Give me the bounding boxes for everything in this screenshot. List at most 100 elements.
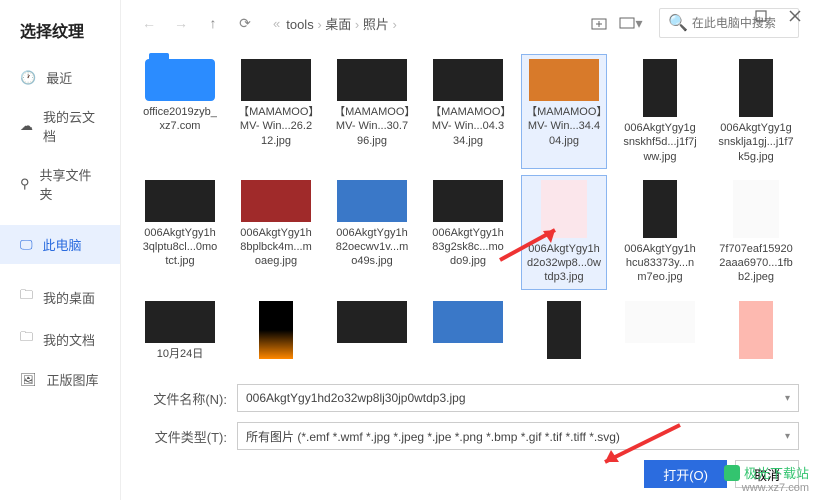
- thumbnail-image: [541, 180, 587, 238]
- file-item[interactable]: 【MAMAMOO】MV- Win...04.334.jpg: [425, 54, 511, 169]
- file-item[interactable]: 006AkgtYgy1h8bplbck4m...moaeg.jpg: [233, 175, 319, 290]
- file-item[interactable]: 006AkgtYgy1h82oecwv1v...mo49s.jpg: [329, 175, 415, 290]
- file-label: 006AkgtYgy1h83g2sk8c...modo9.jpg: [430, 226, 506, 269]
- file-item[interactable]: [617, 296, 703, 368]
- file-item[interactable]: 006AkgtYgy1h83g2sk8c...modo9.jpg: [425, 175, 511, 290]
- thumbnail-image: [433, 59, 503, 101]
- file-label: 006AkgtYgy1h3qlptu8cl...0motct.jpg: [142, 226, 218, 269]
- sidebar-item-4[interactable]: 🗀 我的桌面: [0, 276, 120, 318]
- filetype-label: 文件类型(T):: [137, 427, 227, 446]
- file-item[interactable]: 006AkgtYgy1hd2o32wp8...0wtdp3.jpg: [521, 175, 607, 290]
- monitor-icon: 🖵: [20, 237, 33, 253]
- file-label: 【MAMAMOO】MV- Win...26.212.jpg: [238, 105, 314, 148]
- open-button[interactable]: 打开(O): [644, 460, 727, 488]
- sidebar-item-5[interactable]: 🗀 我的文档: [0, 318, 120, 360]
- file-item[interactable]: 7f707eaf159202aaa6970...1fbb2.jpeg: [713, 175, 799, 290]
- chevron-down-icon: ▾: [785, 393, 790, 404]
- chevron-right-icon: ›: [314, 17, 326, 32]
- breadcrumb-segment[interactable]: 照片: [363, 17, 389, 32]
- thumbnail-image: [145, 180, 215, 222]
- file-item[interactable]: 【MAMAMOO】MV- Win...26.212.jpg: [233, 54, 319, 169]
- cancel-button[interactable]: 取消: [735, 460, 799, 488]
- folder-icon: [145, 59, 215, 101]
- sidebar-item-label: 最近: [46, 68, 72, 87]
- file-label: 006AkgtYgy1gsnskhf5d...j1f7jww.jpg: [622, 121, 698, 164]
- filename-value: 006AkgtYgy1hd2o32wp8lj30jp0wtdp3.jpg: [246, 391, 466, 405]
- folder-icon: 🗀: [20, 328, 33, 350]
- share-icon: ⚲: [20, 176, 30, 192]
- thumbnail-image: [337, 59, 407, 101]
- toolbar: ← → ↑ ⟳ « tools › 桌面 › 照片 › ▾ 🔍: [121, 0, 815, 46]
- file-item[interactable]: [329, 296, 415, 368]
- sidebar-item-label: 共享文件夹: [40, 165, 100, 203]
- nav-back-button[interactable]: ←: [137, 11, 161, 35]
- breadcrumb-segment[interactable]: 桌面: [325, 17, 351, 32]
- sidebar-item-2[interactable]: ⚲ 共享文件夹: [0, 155, 120, 213]
- main-panel: ← → ↑ ⟳ « tools › 桌面 › 照片 › ▾ 🔍 office20…: [121, 0, 815, 500]
- window-close-button[interactable]: [787, 8, 803, 24]
- sidebar-item-1[interactable]: ☁ 我的云文档: [0, 97, 120, 155]
- file-label: 006AkgtYgy1h82oecwv1v...mo49s.jpg: [334, 226, 410, 269]
- file-label: 006AkgtYgy1gsnsklja1gj...j1f7k5g.jpg: [718, 121, 794, 164]
- thumbnail-image: [625, 301, 695, 343]
- new-folder-button[interactable]: [587, 11, 611, 35]
- thumbnail-image: [643, 180, 677, 238]
- file-item[interactable]: [233, 296, 319, 368]
- sidebar-item-label: 我的云文档: [43, 107, 100, 145]
- chevron-right-icon: ›: [389, 17, 397, 32]
- filename-input[interactable]: 006AkgtYgy1hd2o32wp8lj30jp0wtdp3.jpg ▾: [237, 384, 799, 412]
- filetype-select[interactable]: 所有图片 (*.emf *.wmf *.jpg *.jpeg *.jpe *.p…: [237, 422, 799, 450]
- file-item[interactable]: 006AkgtYgy1gsnsklja1gj...j1f7k5g.jpg: [713, 54, 799, 169]
- chevron-right-icon: ›: [351, 17, 363, 32]
- thumbnail-image: [433, 301, 503, 343]
- file-label: 7f707eaf159202aaa6970...1fbb2.jpeg: [718, 242, 794, 285]
- file-item[interactable]: [425, 296, 511, 368]
- file-item[interactable]: [713, 296, 799, 368]
- file-item[interactable]: 006AkgtYgy1gsnskhf5d...j1f7jww.jpg: [617, 54, 703, 169]
- clock-icon: 🕐: [20, 70, 36, 86]
- thumbnail-image: [643, 59, 677, 117]
- file-item[interactable]: [521, 296, 607, 368]
- thumbnail-image: [241, 180, 311, 222]
- window-maximize-button[interactable]: [753, 8, 769, 24]
- thumbnail-image: [529, 59, 599, 101]
- sidebar-item-label: 我的桌面: [43, 288, 95, 307]
- file-label: 006AkgtYgy1hd2o32wp8...0wtdp3.jpg: [526, 242, 602, 285]
- sidebar-item-label: 正版图库: [47, 370, 99, 389]
- file-item[interactable]: 006AkgtYgy1h3qlptu8cl...0motct.jpg: [137, 175, 223, 290]
- sidebar-item-label: 此电脑: [43, 235, 82, 254]
- thumbnail-image: [733, 180, 779, 238]
- file-item[interactable]: 【MAMAMOO】MV- Win...30.796.jpg: [329, 54, 415, 169]
- sidebar: 选择纹理 🕐最近☁我的云文档⚲共享文件夹🖵此电脑🗀我的桌面🗀我的文档🖼正版图库: [0, 0, 121, 500]
- cloud-icon: ☁: [20, 118, 33, 134]
- sidebar-item-6[interactable]: 🖼 正版图库: [0, 360, 120, 399]
- image-icon: 🖼: [20, 372, 37, 388]
- folder-item[interactable]: office2019zyb_xz7.com: [137, 54, 223, 169]
- file-label: 【MAMAMOO】MV- Win...04.334.jpg: [430, 105, 506, 148]
- breadcrumb[interactable]: « tools › 桌面 › 照片 ›: [273, 14, 579, 33]
- filename-label: 文件名称(N):: [137, 389, 227, 408]
- file-label: 【MAMAMOO】MV- Win...34.404.jpg: [526, 105, 602, 148]
- thumbnail-image: [433, 180, 503, 222]
- chevron-down-icon: ▾: [785, 431, 790, 442]
- search-icon: 🔍: [668, 13, 688, 33]
- folder-icon: 🗀: [20, 286, 33, 308]
- thumbnail-image: [739, 301, 773, 359]
- sidebar-item-3[interactable]: 🖵 此电脑: [0, 225, 120, 264]
- file-label: 006AkgtYgy1h8bplbck4m...moaeg.jpg: [238, 226, 314, 269]
- nav-up-button[interactable]: ↑: [201, 11, 225, 35]
- thumbnail-image: [259, 301, 293, 359]
- thumbnail-image: [241, 59, 311, 101]
- view-mode-button[interactable]: ▾: [619, 11, 643, 35]
- file-item[interactable]: 【MAMAMOO】MV- Win...34.404.jpg: [521, 54, 607, 169]
- sidebar-item-label: 我的文档: [43, 330, 95, 349]
- file-grid: office2019zyb_xz7.com 【MAMAMOO】MV- Win...…: [121, 46, 815, 378]
- file-label: 006AkgtYgy1hhcu83373y...nm7eo.jpg: [622, 242, 698, 285]
- file-label: 【MAMAMOO】MV- Win...30.796.jpg: [334, 105, 410, 148]
- file-item[interactable]: 10⽉24⽇: [137, 296, 223, 368]
- breadcrumb-segment[interactable]: tools: [286, 17, 313, 32]
- sidebar-item-0[interactable]: 🕐 最近: [0, 58, 120, 97]
- file-item[interactable]: 006AkgtYgy1hhcu83373y...nm7eo.jpg: [617, 175, 703, 290]
- nav-refresh-button[interactable]: ⟳: [233, 11, 257, 35]
- nav-forward-button[interactable]: →: [169, 11, 193, 35]
